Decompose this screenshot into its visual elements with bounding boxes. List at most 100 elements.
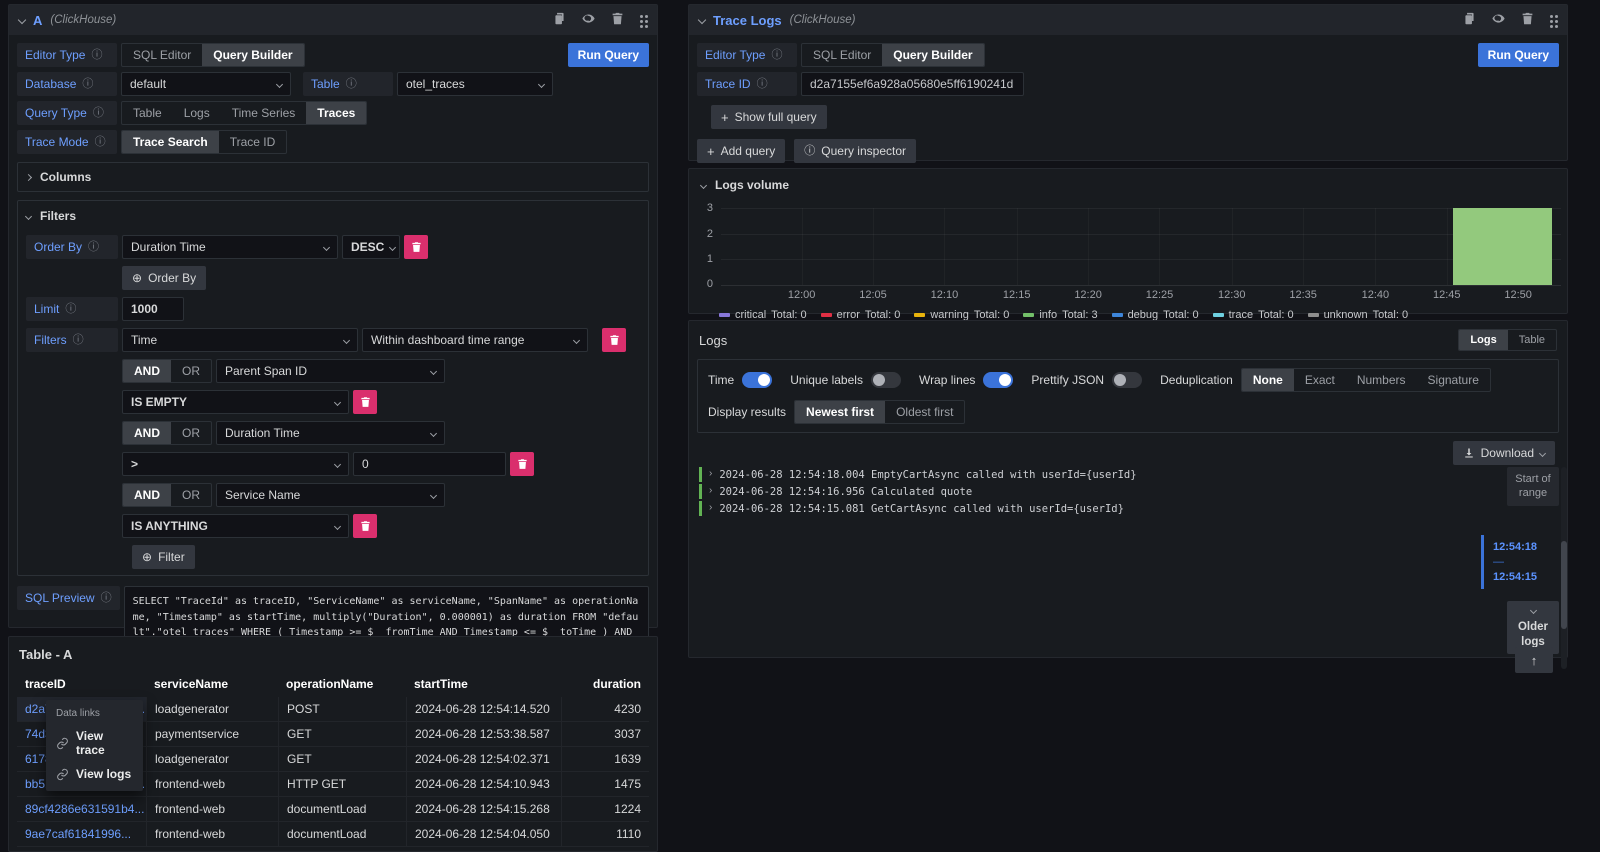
expand-chevron-icon[interactable]: › [709, 485, 712, 496]
chevron-right-icon [25, 173, 32, 180]
expand-chevron-icon[interactable]: › [709, 468, 712, 479]
add-filter-button[interactable]: ⊕Filter [132, 545, 195, 569]
condition1-operator-select[interactable]: IS EMPTY [122, 390, 349, 414]
trash-icon[interactable] [611, 12, 624, 28]
limit-label: Limitⓘ [26, 297, 118, 321]
scrollbar-thumb[interactable] [1561, 541, 1567, 629]
run-query-button[interactable]: Run Query [568, 43, 649, 67]
collapse-chevron-icon[interactable] [18, 16, 26, 24]
or-option[interactable]: OR [171, 484, 211, 506]
condition2-field-select[interactable]: Duration Time [216, 421, 445, 445]
query-builder-option[interactable]: Query Builder [202, 44, 303, 66]
oldest-first-option[interactable]: Oldest first [885, 401, 964, 423]
trash-icon[interactable] [1521, 12, 1534, 28]
delete-condition1-button[interactable] [353, 390, 377, 414]
time-toggle[interactable] [742, 372, 772, 388]
wrap-lines-toggle[interactable] [983, 372, 1013, 388]
view-trace-menu-item[interactable]: View trace [56, 729, 133, 757]
col-header-servicename[interactable]: serviceName [146, 670, 278, 697]
trace-id-link[interactable]: 9ae7caf61841996... [17, 822, 146, 846]
or-option[interactable]: OR [171, 422, 211, 444]
show-full-query-button[interactable]: +Show full query [711, 105, 827, 129]
condition3-field-select[interactable]: Service Name [216, 483, 445, 507]
add-query-button[interactable]: +Add query [697, 139, 785, 163]
filters-section-header[interactable]: Filters [26, 207, 640, 225]
or-option[interactable]: OR [171, 360, 211, 382]
duplicate-icon[interactable] [553, 12, 566, 28]
newest-first-option[interactable]: Newest first [795, 401, 885, 423]
col-header-starttime[interactable]: startTime [406, 670, 561, 697]
logs-volume-chart[interactable]: 3 2 1 0 [721, 208, 1561, 286]
order-by-field-select[interactable]: Duration Time [122, 235, 338, 259]
download-button[interactable]: Download [1453, 441, 1555, 465]
sql-editor-option[interactable]: SQL Editor [802, 44, 882, 66]
eye-icon[interactable] [582, 12, 595, 28]
and-option[interactable]: AND [123, 360, 171, 382]
view-logs-menu-item[interactable]: View logs [56, 767, 133, 781]
x-axis-tick: 12:10 [931, 289, 959, 301]
panel-a-header[interactable]: A (ClickHouse) [9, 5, 657, 35]
add-order-by-button[interactable]: ⊕Order By [122, 266, 206, 290]
condition1-field-select[interactable]: Parent Span ID [216, 359, 445, 383]
x-axis-tick: 12:25 [1146, 289, 1174, 301]
log-row[interactable]: › 2024-06-28 12:54:18.004 EmptyCartAsync… [699, 466, 1567, 483]
y-axis-tick: 3 [695, 202, 713, 214]
trace-search-option[interactable]: Trace Search [122, 131, 219, 153]
query-inspector-button[interactable]: ⓘQuery inspector [794, 139, 916, 163]
delete-filter-button[interactable] [602, 328, 626, 352]
scroll-to-top-button[interactable]: ↑ [1515, 647, 1553, 673]
col-header-operationname[interactable]: operationName [278, 670, 406, 697]
dedup-exact-option[interactable]: Exact [1294, 369, 1346, 391]
collapse-chevron-icon[interactable] [698, 16, 706, 24]
condition2-value-input[interactable] [353, 452, 506, 476]
condition3-operator-select[interactable]: IS ANYTHING [122, 514, 349, 538]
trace-logs-header[interactable]: Trace Logs (ClickHouse) [689, 5, 1567, 35]
sql-editor-option[interactable]: SQL Editor [122, 44, 202, 66]
query-type-table[interactable]: Table [122, 102, 173, 124]
trace-id-link[interactable]: 89cf4286e631591b4... [17, 797, 146, 821]
info-log-volume-bar[interactable] [1453, 208, 1551, 285]
dedup-numbers-option[interactable]: Numbers [1346, 369, 1417, 391]
drag-handle-icon[interactable] [640, 15, 643, 18]
log-row[interactable]: › 2024-06-28 12:54:16.956 Calculated quo… [699, 483, 1567, 500]
limit-input[interactable] [122, 297, 184, 321]
dedup-none-option[interactable]: None [1242, 369, 1294, 391]
drag-handle-icon[interactable] [1550, 15, 1553, 18]
and-option[interactable]: AND [123, 484, 171, 506]
trace-id-input[interactable] [801, 72, 1024, 96]
chevron-down-icon [430, 429, 437, 436]
filter-value-select[interactable]: Within dashboard time range [362, 328, 588, 352]
database-select[interactable]: default [121, 72, 291, 96]
logs-volume-header[interactable]: Logs volume [689, 169, 1567, 194]
run-query-button[interactable]: Run Query [1478, 43, 1559, 67]
log-range-timeline[interactable]: 12:54:18 — 12:54:15 [1481, 535, 1537, 589]
col-header-duration[interactable]: duration [561, 670, 649, 697]
view-logs-option[interactable]: Logs [1459, 330, 1507, 350]
query-type-traces[interactable]: Traces [306, 102, 366, 124]
log-row[interactable]: › 2024-06-28 12:54:15.081 GetCartAsync c… [699, 500, 1567, 517]
view-table-option[interactable]: Table [1508, 330, 1556, 350]
y-axis-tick: 2 [695, 228, 713, 240]
query-type-timeseries[interactable]: Time Series [221, 102, 307, 124]
duplicate-icon[interactable] [1463, 12, 1476, 28]
expand-chevron-icon[interactable]: › [709, 502, 712, 513]
query-type-logs[interactable]: Logs [173, 102, 221, 124]
logs-scrollbar[interactable] [1561, 467, 1567, 669]
col-header-traceid[interactable]: traceID [17, 670, 146, 697]
columns-section[interactable]: Columns [17, 162, 649, 192]
table-select[interactable]: otel_traces [397, 72, 553, 96]
delete-condition2-button[interactable] [510, 452, 534, 476]
query-builder-option[interactable]: Query Builder [882, 44, 983, 66]
trace-mode-toggle: Trace Search Trace ID [121, 130, 287, 154]
unique-labels-toggle[interactable] [871, 372, 901, 388]
eye-icon[interactable] [1492, 12, 1505, 28]
dedup-signature-option[interactable]: Signature [1417, 369, 1490, 391]
delete-order-by-button[interactable] [404, 235, 428, 259]
prettify-json-toggle[interactable] [1112, 372, 1142, 388]
and-option[interactable]: AND [123, 422, 171, 444]
delete-condition3-button[interactable] [353, 514, 377, 538]
trace-id-option[interactable]: Trace ID [219, 131, 287, 153]
filter-field-select[interactable]: Time [122, 328, 358, 352]
condition2-operator-select[interactable]: > [122, 452, 349, 476]
order-by-direction-select[interactable]: DESC [342, 235, 400, 259]
